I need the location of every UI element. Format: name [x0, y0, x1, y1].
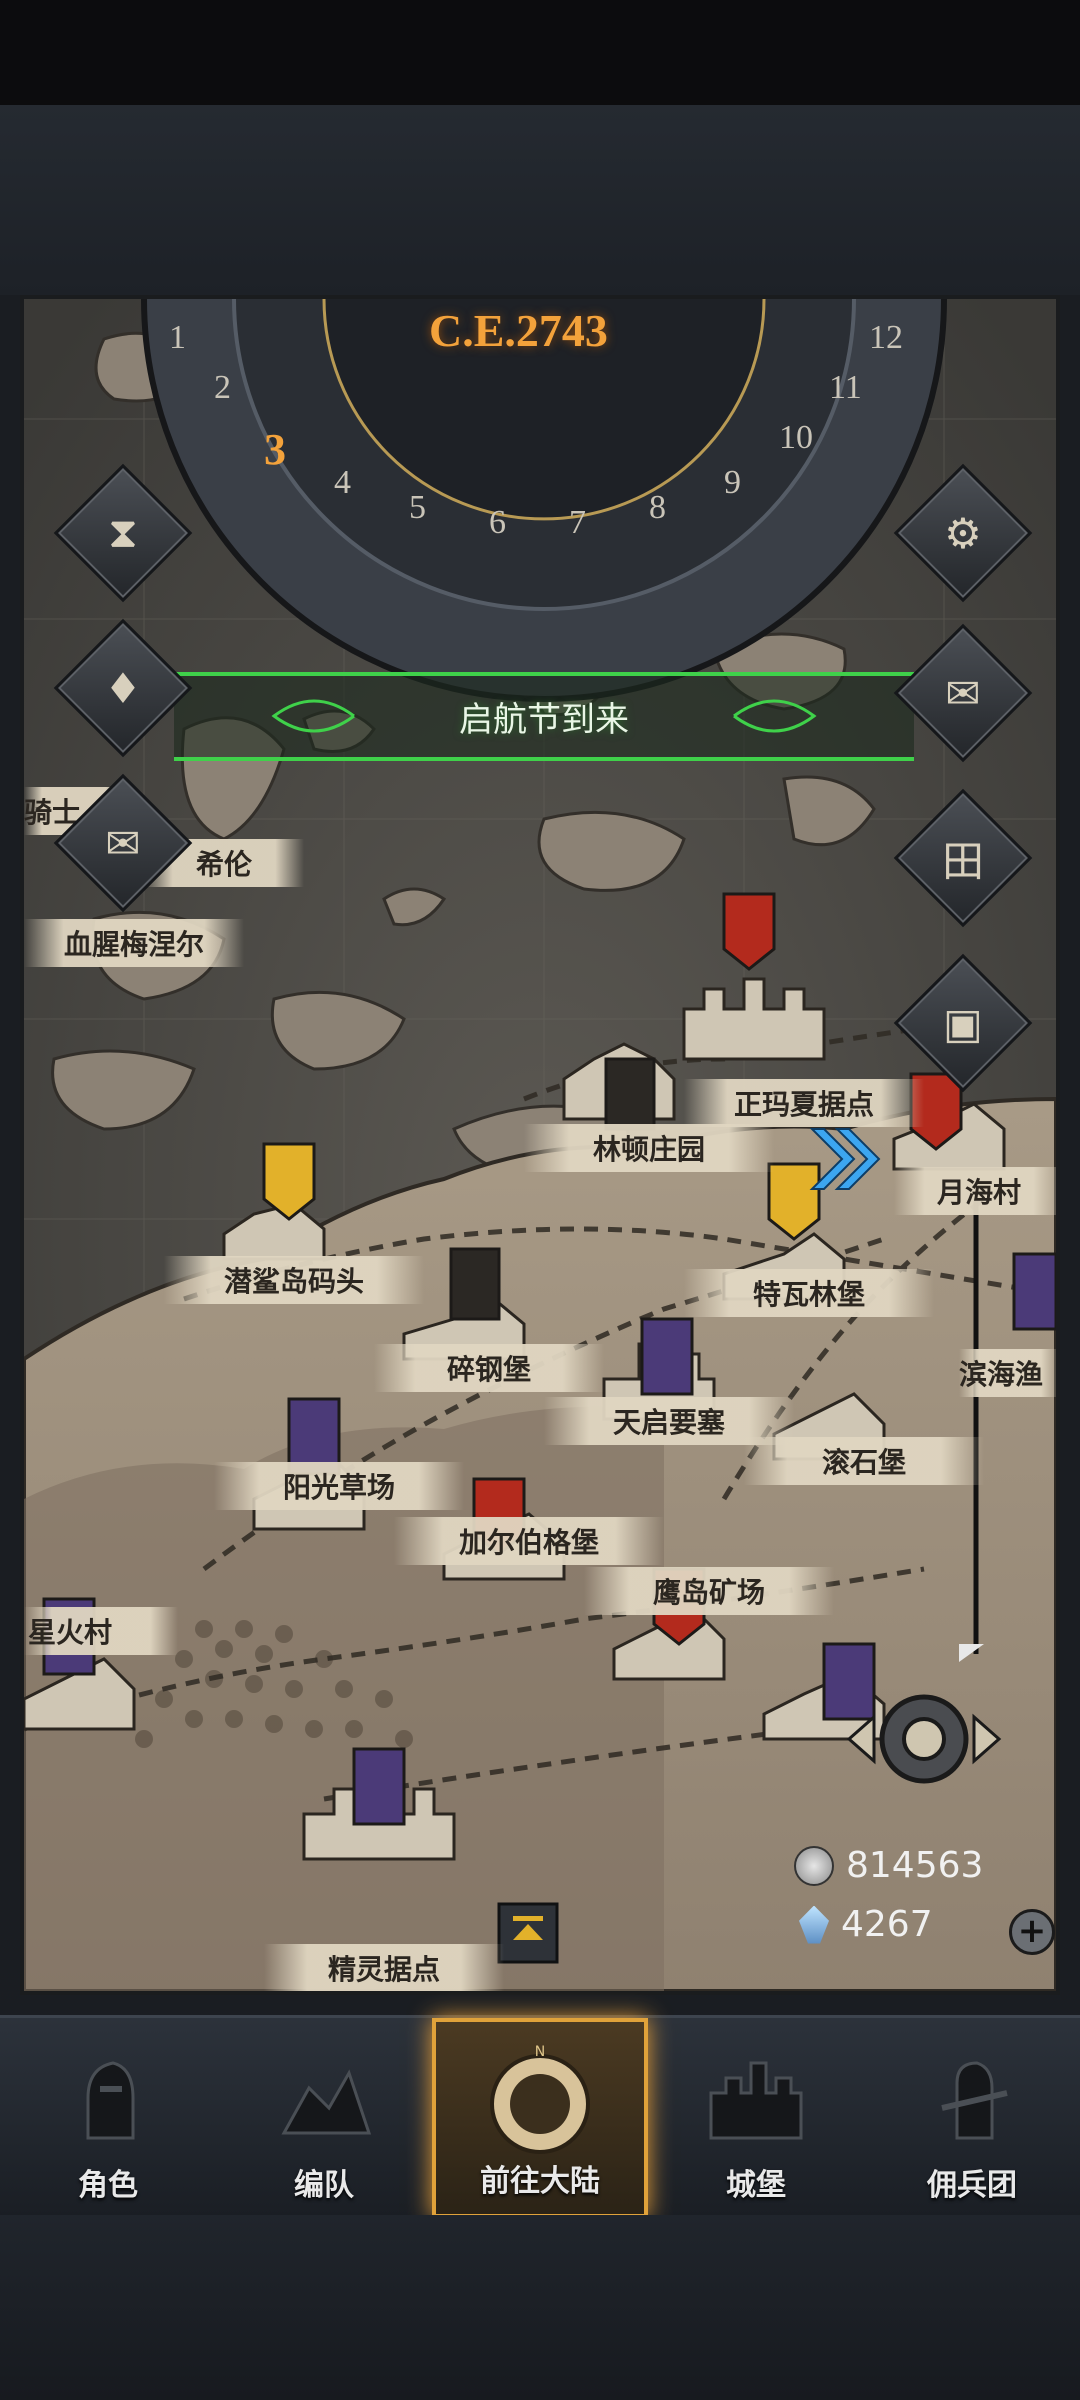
place-qiansha[interactable]: 潜鲨岛码头 [164, 1256, 424, 1304]
dial-year: C.E.2743 [429, 305, 608, 356]
map-bottom-gap [0, 1995, 1080, 2015]
scroll-icon: ✉ [105, 818, 141, 868]
world-map-frame: C.E.2743 1 2 3 4 5 6 7 8 9 10 11 12 启航节到… [20, 295, 1060, 1995]
silver-amount: 814563 [846, 1845, 984, 1886]
dial-month-1[interactable]: 1 [169, 319, 186, 357]
dial-month-12[interactable]: 12 [869, 319, 903, 357]
svg-text:N: N [535, 2044, 545, 2060]
mail-icon: ✉ [945, 668, 981, 718]
event-banner[interactable]: 启航节到来 [174, 664, 914, 769]
bottom-tab-bar: 角色 编队 N 前往大陆 城堡 佣兵团 [0, 2015, 1080, 2218]
tab-character-label: 角色 [78, 2168, 138, 2203]
tab-formation-label: 编队 [294, 2168, 354, 2203]
place-xuexing[interactable]: 血腥梅涅尔 [24, 919, 244, 967]
place-binhai[interactable]: 滨海渔 [959, 1349, 1056, 1397]
crystal-icon [799, 1905, 829, 1944]
dial-month-6[interactable]: 6 [489, 504, 506, 542]
place-zhengmaxia[interactable]: 正玛夏据点 [684, 1079, 924, 1127]
dial-month-10[interactable]: 10 [779, 419, 813, 457]
place-jingling[interactable]: 精灵据点 [264, 1944, 504, 1991]
tab-continent[interactable]: N 前往大陆 [432, 2018, 648, 2218]
place-jiaerbo[interactable]: 加尔伯格堡 [394, 1517, 664, 1565]
money-bag-icon: ♦ [104, 663, 142, 713]
place-gunshi[interactable]: 滚石堡 [744, 1437, 984, 1485]
tab-formation[interactable]: 编队 [216, 2018, 432, 2218]
tab-character[interactable]: 角色 [0, 2018, 216, 2218]
compass-icon: N [490, 2044, 590, 2154]
silver-resource: 814563 [794, 1845, 983, 1886]
tab-mercenary-label: 佣兵团 [927, 2168, 1017, 2203]
event-banner-text: 启航节到来 [459, 700, 629, 740]
crystal-resource: 4267 [799, 1904, 933, 1945]
grid-icon: 田 [941, 836, 984, 886]
dial-month-2[interactable]: 2 [214, 369, 231, 407]
hourglass-icon: ⧗ [108, 508, 138, 557]
header-band [0, 105, 1080, 295]
tab-mercenary[interactable]: 佣兵团 [864, 2018, 1080, 2218]
place-yuehai[interactable]: 月海村 [894, 1167, 1056, 1215]
mercenary-icon [941, 2061, 1008, 2140]
place-xinghuo[interactable]: 星火村 [24, 1607, 178, 1655]
status-bar [0, 0, 1080, 105]
tab-castle-label: 城堡 [726, 2168, 786, 2203]
place-yingdao[interactable]: 鹰岛矿场 [584, 1567, 834, 1615]
place-yangguang[interactable]: 阳光草场 [214, 1462, 464, 1510]
crystal-amount: 4267 [841, 1904, 933, 1945]
castle-icon [709, 2061, 803, 2140]
tab-castle[interactable]: 城堡 [648, 2018, 864, 2218]
place-lindun[interactable]: 林顿庄园 [524, 1124, 774, 1172]
footer-band [0, 2215, 1080, 2400]
dial-month-5[interactable]: 5 [409, 489, 426, 527]
dial-month-8[interactable]: 8 [649, 489, 666, 527]
add-crystal-button[interactable]: + [1009, 1909, 1055, 1955]
dial-month-7[interactable]: 7 [569, 504, 586, 542]
supply-icon: ▣ [943, 998, 983, 1048]
dial-month-11[interactable]: 11 [829, 369, 862, 407]
formation-icon [281, 2069, 372, 2135]
silver-coin-icon [794, 1845, 834, 1886]
dial-month-4[interactable]: 4 [334, 464, 351, 502]
gear-icon: ⚙ [944, 508, 982, 558]
dial-month-3[interactable]: 3 [264, 424, 286, 475]
knight-icon [86, 2061, 135, 2140]
place-tewalin[interactable]: 特瓦林堡 [684, 1269, 934, 1317]
dial-month-9[interactable]: 9 [724, 464, 741, 502]
place-suigang[interactable]: 碎钢堡 [374, 1344, 604, 1392]
